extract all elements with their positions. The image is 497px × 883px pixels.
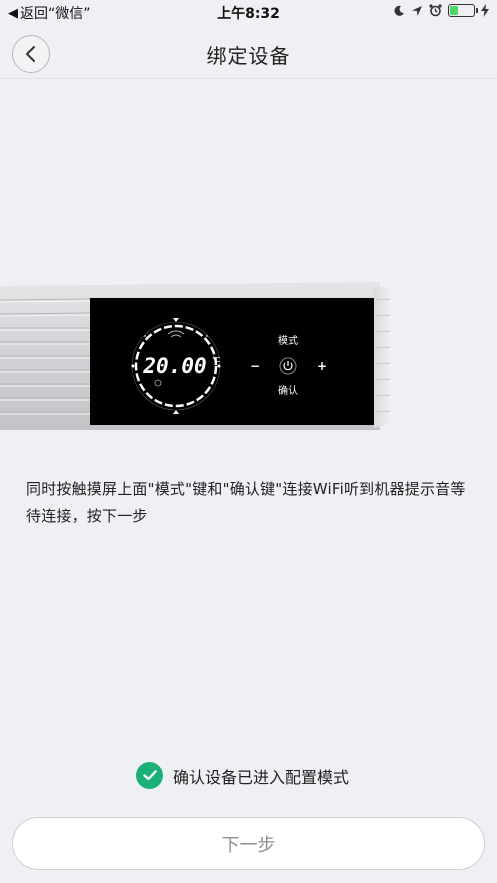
charging-icon bbox=[481, 4, 489, 17]
check-icon bbox=[136, 762, 163, 789]
heater-image: 20.00 °C 模式 − + 确认 bbox=[0, 282, 392, 430]
temperature-readout: 20.00 bbox=[142, 354, 206, 378]
confirm-key-label: 确认 bbox=[278, 384, 298, 397]
battery-level bbox=[450, 6, 459, 15]
alarm-icon bbox=[429, 4, 442, 17]
confirm-label: 确认设备已进入配置模式 bbox=[173, 767, 350, 787]
instruction-text: 同时按触摸屏上面"模式"键和"确认键"连接WiFi听到机器提示音等待连接，按下一… bbox=[26, 480, 466, 525]
device-illustration: 20.00 °C 模式 − + 确认 bbox=[0, 282, 392, 434]
status-icons bbox=[393, 4, 489, 17]
minus-key: − bbox=[250, 359, 260, 373]
mode-key-label: 模式 bbox=[278, 334, 298, 347]
nav-bar: 绑定设备 bbox=[0, 24, 497, 79]
next-step-button[interactable]: 下一步 bbox=[12, 817, 485, 870]
confirm-config-mode-checkbox[interactable]: 确认设备已进入配置模式 bbox=[136, 762, 349, 789]
status-bar: ◀ 返回“微信” 上午8:32 bbox=[0, 0, 497, 24]
page-title: 绑定设备 bbox=[206, 44, 291, 68]
plus-key: + bbox=[317, 359, 327, 373]
moon-icon bbox=[394, 5, 404, 16]
temperature-unit: °C bbox=[212, 356, 221, 364]
battery-icon bbox=[448, 4, 478, 17]
location-icon bbox=[412, 5, 422, 16]
